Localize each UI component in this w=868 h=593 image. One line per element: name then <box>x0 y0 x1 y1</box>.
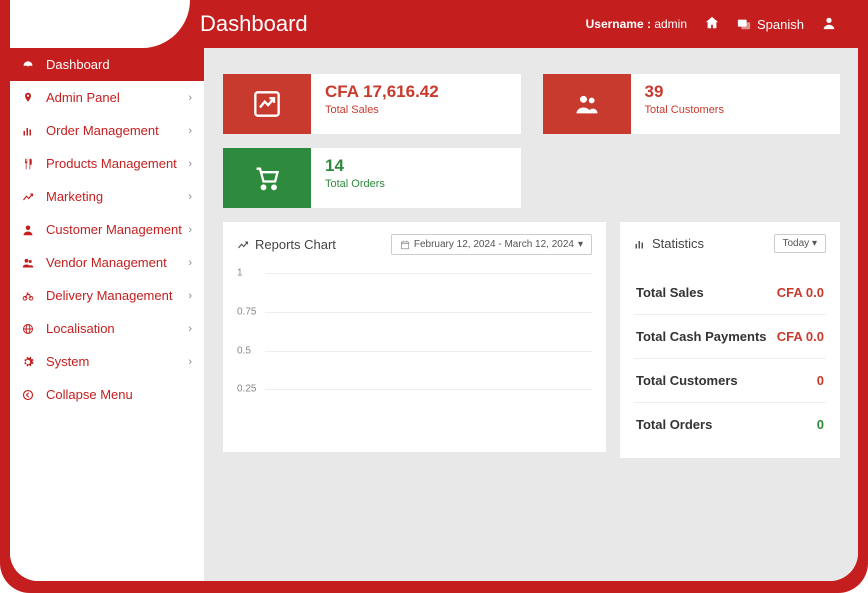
dashboard-icon <box>22 59 36 71</box>
sidebar-item-label: Order Management <box>46 123 159 138</box>
chevron-right-icon: › <box>188 92 192 104</box>
chart-area: 0.250.50.751 <box>237 273 592 428</box>
card-total-orders[interactable]: 14 Total Orders <box>223 148 521 208</box>
date-range-text: February 12, 2024 - March 12, 2024 <box>414 239 574 250</box>
chevron-down-icon: ▾ <box>812 238 817 249</box>
chart-gridline <box>265 351 592 352</box>
chevron-right-icon: › <box>188 125 192 137</box>
card-orders-value: 14 <box>325 156 385 176</box>
chart-gridline <box>265 273 592 274</box>
language-label: Spanish <box>757 17 804 32</box>
main-area: CFA 17,616.42 Total Sales 39 Total Custo… <box>205 48 858 581</box>
sidebar-item-label: System <box>46 354 89 369</box>
sidebar-item-admin-panel[interactable]: Admin Panel › <box>10 81 204 114</box>
sidebar-item-label: Vendor Management <box>46 255 167 270</box>
stat-label: Total Sales <box>636 285 704 300</box>
y-tick-label: 0.75 <box>237 306 256 317</box>
topbar-curve <box>10 0 190 48</box>
chart-gridline <box>265 312 592 313</box>
date-range-picker[interactable]: February 12, 2024 - March 12, 2024 ▾ <box>391 234 592 255</box>
chevron-right-icon: › <box>188 290 192 302</box>
stat-row: Total Customers 0 <box>634 359 826 403</box>
stats-period-selector[interactable]: Today ▾ <box>774 234 827 253</box>
stat-value: 0 <box>817 373 824 388</box>
user-icon[interactable] <box>822 16 836 33</box>
chevron-right-icon: › <box>188 158 192 170</box>
sidebar-item-label: Marketing <box>46 189 103 204</box>
bars-icon <box>634 238 646 250</box>
chevron-right-icon: › <box>188 224 192 236</box>
card-sales-label: Total Sales <box>325 104 439 116</box>
stat-row: Total Sales CFA 0.0 <box>634 271 826 315</box>
stat-row: Total Orders 0 <box>634 403 826 446</box>
sidebar-item-collapse-menu[interactable]: Collapse Menu <box>10 378 204 411</box>
users-icon <box>22 257 36 269</box>
sidebar-item-order-management[interactable]: Order Management › <box>10 114 204 147</box>
chevron-right-icon: › <box>188 191 192 203</box>
sidebar-item-dashboard[interactable]: Dashboard <box>10 48 204 81</box>
sidebar-item-label: Products Management <box>46 156 177 171</box>
y-tick-label: 0.5 <box>237 345 251 356</box>
card-total-sales[interactable]: CFA 17,616.42 Total Sales <box>223 74 521 134</box>
card-customers-label: Total Customers <box>645 104 724 116</box>
sidebar-item-delivery-management[interactable]: Delivery Management › <box>10 279 204 312</box>
card-customers-value: 39 <box>645 82 724 102</box>
chevron-right-icon: › <box>188 323 192 335</box>
stat-label: Total Cash Payments <box>636 329 767 344</box>
y-tick-label: 1 <box>237 268 243 279</box>
stats-title: Statistics <box>634 236 704 251</box>
stat-value: 0 <box>817 417 824 432</box>
card-total-customers[interactable]: 39 Total Customers <box>543 74 841 134</box>
topbar: Dashboard Username : admin Spanish <box>10 0 858 48</box>
cart-icon <box>223 148 311 208</box>
language-switcher[interactable]: Spanish <box>737 17 804 32</box>
sidebar-item-label: Delivery Management <box>46 288 172 303</box>
home-icon[interactable] <box>705 16 719 33</box>
chart-line-icon <box>237 239 249 251</box>
sidebar-item-customer-management[interactable]: Customer Management › <box>10 213 204 246</box>
sidebar-item-system[interactable]: System › <box>10 345 204 378</box>
username-block: Username : admin <box>586 17 687 31</box>
sidebar-item-label: Localisation <box>46 321 115 336</box>
stat-row: Total Cash Payments CFA 0.0 <box>634 315 826 359</box>
bars-icon <box>22 125 36 137</box>
bike-icon <box>22 290 36 302</box>
card-sales-value: CFA 17,616.42 <box>325 82 439 102</box>
sidebar-item-label: Collapse Menu <box>46 387 133 402</box>
reports-chart-panel: Reports Chart February 12, 2024 - March … <box>223 222 606 452</box>
chevron-right-icon: › <box>188 356 192 368</box>
globe-icon <box>22 323 36 335</box>
sidebar-item-label: Admin Panel <box>46 90 120 105</box>
collapse-icon <box>22 389 36 401</box>
user-icon <box>22 224 36 236</box>
sidebar-item-vendor-management[interactable]: Vendor Management › <box>10 246 204 279</box>
chart-gridline <box>265 389 592 390</box>
sidebar-item-products-management[interactable]: Products Management › <box>10 147 204 180</box>
stat-value: CFA 0.0 <box>777 329 824 344</box>
card-orders-label: Total Orders <box>325 178 385 190</box>
sidebar-item-label: Dashboard <box>46 57 110 72</box>
y-tick-label: 0.25 <box>237 384 256 395</box>
username-label: Username : <box>586 17 651 31</box>
chart-up-icon <box>223 74 311 134</box>
calendar-icon <box>400 240 410 250</box>
sidebar-item-label: Customer Management <box>46 222 182 237</box>
chevron-down-icon: ▾ <box>578 239 583 250</box>
sidebar-item-marketing[interactable]: Marketing › <box>10 180 204 213</box>
statistics-panel: Statistics Today ▾ Total SalesCFA 0.0Tot… <box>620 222 840 458</box>
sidebar: DashboardAdmin Panel›Order Management›Pr… <box>10 48 205 581</box>
reports-title: Reports Chart <box>237 237 336 252</box>
stat-label: Total Orders <box>636 417 712 432</box>
page-title: Dashboard <box>200 11 308 37</box>
pin-icon <box>22 92 36 104</box>
sidebar-item-localisation[interactable]: Localisation › <box>10 312 204 345</box>
cutlery-icon <box>22 158 36 170</box>
username-value: admin <box>654 17 687 31</box>
stat-label: Total Customers <box>636 373 738 388</box>
stat-value: CFA 0.0 <box>777 285 824 300</box>
users-icon <box>543 74 631 134</box>
chart-icon <box>22 191 36 203</box>
chevron-right-icon: › <box>188 257 192 269</box>
gear-icon <box>22 356 36 368</box>
